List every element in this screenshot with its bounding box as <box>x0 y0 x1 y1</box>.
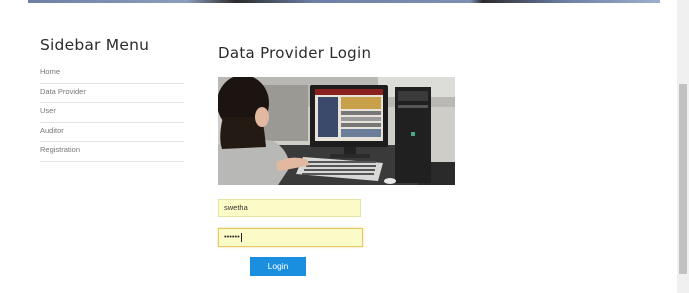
sidebar-item-home[interactable]: Home <box>40 64 184 84</box>
computer-user-photo <box>218 77 455 185</box>
sidebar-item-user[interactable]: User <box>40 103 184 123</box>
username-input[interactable]: swetha <box>218 199 361 217</box>
scrollbar-thumb[interactable] <box>679 84 687 274</box>
sidebar-item-registration[interactable]: Registration <box>40 142 184 162</box>
password-input[interactable]: •••••• <box>218 228 363 247</box>
sidebar-menu: Home Data Provider User Auditor Registra… <box>40 64 184 162</box>
vertical-scrollbar[interactable] <box>677 0 689 293</box>
text-caret <box>240 232 242 242</box>
sidebar-item-auditor[interactable]: Auditor <box>40 123 184 143</box>
sidebar-item-data-provider[interactable]: Data Provider <box>40 84 184 104</box>
password-mask: •••••• <box>224 232 240 241</box>
page-title: Data Provider Login <box>218 44 372 62</box>
main-content: Data Provider Login <box>218 44 371 62</box>
sidebar-title: Sidebar Menu <box>40 36 150 54</box>
sidebar: Sidebar Menu Home Data Provider User Aud… <box>40 36 184 162</box>
top-banner-strip <box>28 0 660 3</box>
login-button[interactable]: Login <box>250 257 306 276</box>
